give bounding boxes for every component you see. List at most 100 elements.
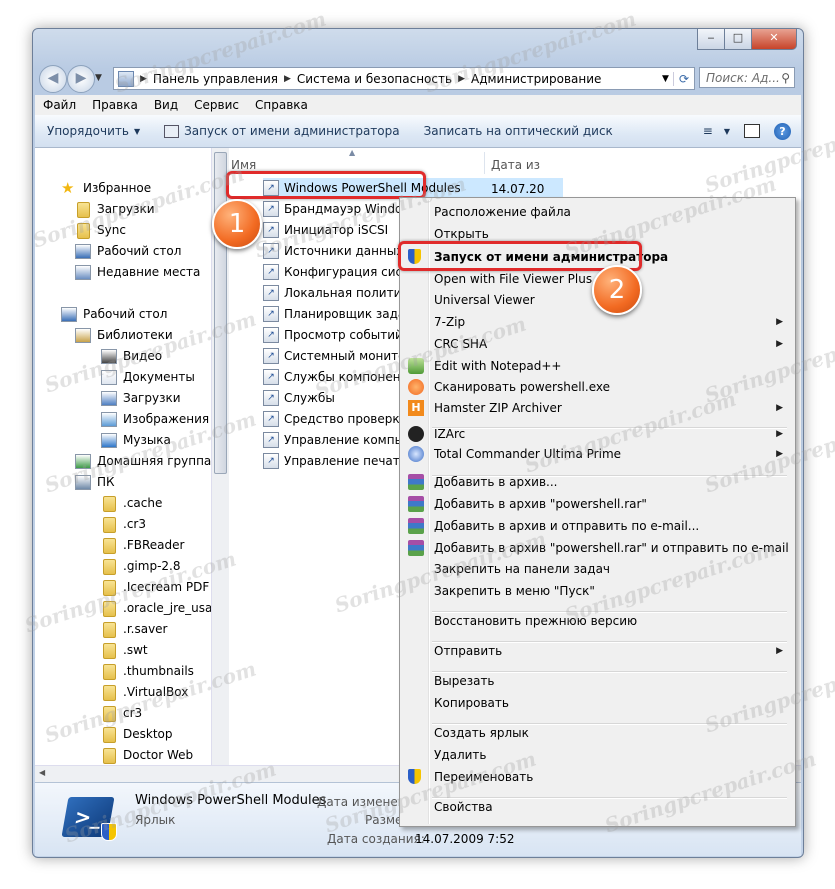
details-created-value: 14.07.2009 7:52: [415, 832, 515, 846]
context-menu-item[interactable]: Total Commander Ultima Prime ▶: [402, 443, 791, 465]
context-menu-item[interactable]: 7-Zip ▶: [402, 311, 791, 333]
search-icon[interactable]: ⚲: [781, 68, 790, 89]
nav-item[interactable]: Документы: [101, 367, 195, 387]
nav-item[interactable]: .VirtualBox: [101, 682, 188, 702]
nav-item-label: .VirtualBox: [123, 685, 189, 699]
file-name: Службы: [284, 391, 335, 405]
window-icon: [164, 124, 180, 138]
winrar-icon: [408, 474, 424, 490]
details-created-label: Дата создания:: [327, 832, 425, 846]
context-menu-item[interactable]: Добавить в архив "powershell.rar": [402, 493, 791, 515]
nav-item[interactable]: .gimp-2.8: [101, 556, 181, 576]
nav-item[interactable]: Видео: [101, 346, 162, 366]
scrollbar-thumb[interactable]: [214, 152, 227, 474]
context-menu-item[interactable]: Закрепить на панели задач: [402, 558, 791, 580]
close-button[interactable]: ✕: [751, 29, 797, 50]
breadcrumb-administration[interactable]: Администрирование: [467, 72, 605, 86]
breadcrumb-system-security[interactable]: Система и безопасность: [293, 72, 456, 86]
nav-item[interactable]: Doctor Web: [101, 745, 193, 765]
nav-item[interactable]: Домашняя группа: [75, 451, 211, 471]
context-menu-item[interactable]: Отправить ▶: [402, 640, 791, 662]
nav-item[interactable]: cr3: [101, 703, 142, 723]
nav-item[interactable]: .Icecream PDF Co: [101, 577, 211, 597]
nav-item[interactable]: Изображения: [101, 409, 209, 429]
nav-item[interactable]: Загрузки: [75, 199, 155, 219]
column-separator[interactable]: [484, 152, 485, 174]
nav-item[interactable]: Desktop: [101, 724, 173, 744]
nav-item[interactable]: Недавние места: [75, 262, 200, 282]
shortcut-icon: ↗: [263, 264, 279, 280]
context-menu-item[interactable]: Добавить в архив "powershell.rar" и отпр…: [402, 537, 791, 559]
context-menu-item[interactable]: CRC SHA ▶: [402, 333, 791, 355]
scroll-left-icon[interactable]: ◀: [39, 768, 45, 777]
breadcrumb-arrow-icon: ▶: [284, 73, 291, 84]
context-menu-item[interactable]: Расположение файла: [402, 201, 791, 223]
context-menu-item-label: Total Commander Ultima Prime: [434, 447, 622, 461]
refresh-icon[interactable]: ⟳: [672, 71, 694, 86]
folder-icon: [101, 537, 117, 554]
menu-tools[interactable]: Сервис: [186, 98, 247, 112]
context-menu-item[interactable]: Вырезать: [402, 670, 791, 692]
shortcut-icon: ↗: [263, 453, 279, 469]
nav-item[interactable]: .r.saver: [101, 619, 167, 639]
menu-help[interactable]: Справка: [247, 98, 316, 112]
nav-item[interactable]: ПК: [75, 472, 115, 492]
nav-item[interactable]: .FBReader: [101, 535, 184, 555]
column-header-date[interactable]: Дата из: [491, 158, 540, 172]
burn-button[interactable]: Записать на оптический диск: [412, 124, 625, 138]
context-menu-item[interactable]: IZArc ▶: [402, 423, 791, 445]
search-input[interactable]: Поиск: Ад... ⚲: [699, 67, 795, 88]
context-menu-item[interactable]: Переименовать: [402, 766, 791, 788]
breadcrumb-control-panel[interactable]: Панель управления: [149, 72, 282, 86]
menu-file[interactable]: Файл: [35, 98, 84, 112]
minimize-button[interactable]: ‒: [697, 29, 725, 50]
address-bar[interactable]: ▶ Панель управления ▶ Система и безопасн…: [113, 67, 695, 90]
nav-item[interactable]: .thumbnails: [101, 661, 194, 681]
nav-item[interactable]: Музыка: [101, 430, 171, 450]
context-menu-item[interactable]: Восстановить прежнюю версию: [402, 610, 791, 632]
context-menu-item[interactable]: Закрепить в меню "Пуск": [402, 580, 791, 602]
nav-item[interactable]: Загрузки: [101, 388, 181, 408]
nav-item-label: Рабочий стол: [83, 307, 168, 321]
forward-button[interactable]: ▶: [67, 65, 95, 93]
context-menu-item[interactable]: Добавить в архив...: [402, 471, 791, 493]
maximize-button[interactable]: □: [724, 29, 752, 50]
context-menu-item[interactable]: Копировать: [402, 692, 791, 714]
nav-item-label: .r.saver: [123, 622, 168, 636]
nav-item[interactable]: Рабочий стол: [75, 241, 181, 261]
organize-button[interactable]: Упорядочить ▼: [35, 124, 152, 138]
context-menu-item[interactable]: Удалить: [402, 744, 791, 766]
column-header-name[interactable]: Имя: [231, 158, 256, 172]
context-menu-item-label: Добавить в архив и отправить по e-mail..…: [434, 519, 700, 533]
context-menu-item-label: Расположение файла: [434, 205, 571, 219]
winrar-icon: [408, 540, 424, 556]
context-menu-item-label: Добавить в архив "powershell.rar" и отпр…: [434, 541, 789, 555]
help-button[interactable]: ?: [768, 122, 801, 140]
view-options-button[interactable]: ≡ ▼: [697, 124, 736, 138]
nav-item[interactable]: Библиотеки: [75, 325, 173, 345]
nav-item[interactable]: .cache: [101, 493, 162, 513]
view-list-icon: ≡: [702, 124, 713, 138]
nav-item[interactable]: .oracle_jre_usage: [101, 598, 211, 618]
context-menu-item[interactable]: Свойства: [402, 796, 791, 818]
recent-pages-dropdown[interactable]: ▼: [95, 73, 102, 83]
context-menu-item[interactable]: Edit with Notepad++: [402, 355, 791, 377]
context-menu-item[interactable]: Сканировать powershell.exe: [402, 376, 791, 398]
nav-item-label: Изображения: [123, 412, 210, 426]
context-menu-item-label: Добавить в архив...: [434, 475, 558, 489]
back-button[interactable]: ◀: [39, 65, 67, 93]
menu-view[interactable]: Вид: [146, 98, 186, 112]
context-menu-item[interactable]: Добавить в архив и отправить по e-mail..…: [402, 515, 791, 537]
context-menu-item[interactable]: Создать ярлык: [402, 722, 791, 744]
menu-edit[interactable]: Правка: [84, 98, 146, 112]
run-as-admin-button[interactable]: Запуск от имени администратора: [152, 124, 412, 138]
downloads-icon: [101, 390, 117, 406]
nav-item[interactable]: Sync: [75, 220, 126, 240]
nav-item[interactable]: Рабочий стол: [61, 304, 167, 324]
nav-item[interactable]: .swt: [101, 640, 148, 660]
address-dropdown-icon[interactable]: ▼: [658, 74, 673, 84]
nav-item[interactable]: .cr3: [101, 514, 146, 534]
preview-pane-button[interactable]: [736, 124, 768, 138]
context-menu-item[interactable]: H Hamster ZIP Archiver ▶: [402, 397, 791, 419]
nav-item[interactable]: ★ Избранное: [61, 178, 151, 198]
